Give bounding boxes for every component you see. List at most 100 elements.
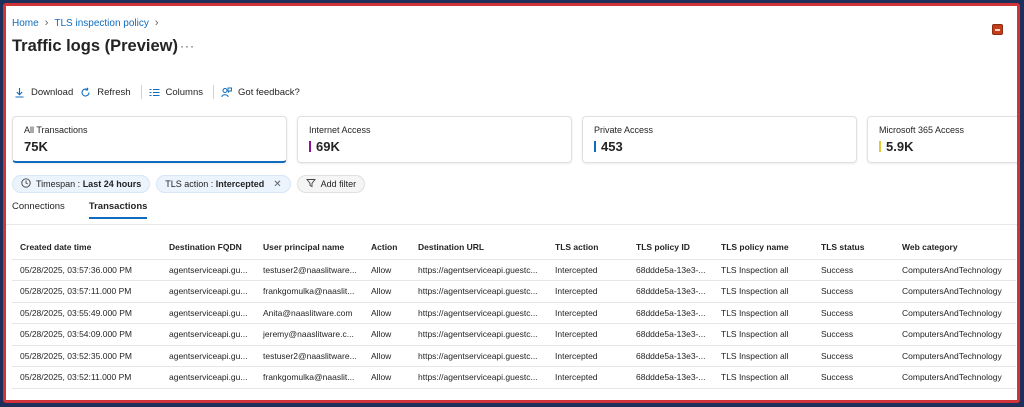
tab-transactions[interactable]: Transactions	[88, 201, 148, 219]
card-m365-access[interactable]: Microsoft 365 Access 5.9K	[867, 116, 1017, 163]
table-cell: 05/28/2025, 03:52:35.000 PM	[12, 344, 161, 367]
filter-bar: Timespan : Last 24 hours TLS action : In…	[12, 175, 366, 193]
traffic-logs-table: Created date time Destination FQDN User …	[12, 236, 1016, 389]
column-header[interactable]: Destination URL	[410, 236, 547, 259]
chevron-right-icon: ›	[154, 17, 159, 29]
column-header[interactable]: TLS status	[813, 236, 894, 259]
table-cell: Intercepted	[547, 258, 628, 281]
table-cell: frankgomulka@naaslit...	[255, 280, 363, 302]
table-cell: ComputersAndTechnology	[894, 258, 1016, 281]
card-label: All Transactions	[24, 125, 88, 135]
add-filter-button[interactable]: Add filter	[296, 175, 366, 193]
tabs-divider	[6, 224, 1017, 225]
column-header[interactable]: Destination FQDN	[161, 236, 255, 259]
feedback-button[interactable]: Got feedback?	[221, 87, 307, 98]
download-button[interactable]: Download	[14, 87, 80, 98]
table-header-row: Created date time Destination FQDN User …	[12, 236, 1016, 259]
column-header[interactable]: TLS action	[547, 236, 628, 259]
feedback-label: Got feedback?	[238, 86, 300, 98]
table-cell: https://agentserviceapi.guestc...	[410, 366, 547, 389]
table-cell: Allow	[363, 344, 410, 367]
table-cell: ComputersAndTechnology	[894, 301, 1016, 324]
view-tabs: Connections Transactions	[12, 201, 148, 219]
columns-button[interactable]: Columns	[149, 87, 211, 98]
table-cell: Intercepted	[547, 366, 628, 389]
toolbar-divider	[140, 85, 142, 99]
add-filter-label: Add filter	[320, 179, 357, 189]
timespan-filter-pill[interactable]: Timespan : Last 24 hours	[12, 175, 151, 193]
table-cell: agentserviceapi.gu...	[161, 344, 255, 367]
table-cell: Allow	[363, 301, 410, 324]
table-row[interactable]: 05/28/2025, 03:52:11.000 PM agentservice…	[12, 366, 1016, 389]
table-cell: Success	[813, 301, 894, 324]
column-header[interactable]: TLS policy ID	[628, 236, 713, 259]
table-cell: testuser2@naaslitware...	[255, 258, 363, 281]
table-cell: agentserviceapi.gu...	[161, 323, 255, 345]
table-row[interactable]: 05/28/2025, 03:57:11.000 PM agentservice…	[12, 280, 1016, 302]
table-cell: 05/28/2025, 03:55:49.000 PM	[12, 301, 161, 324]
table-cell: Success	[813, 280, 894, 302]
column-header[interactable]: TLS policy name	[713, 236, 813, 259]
card-value: 69K	[316, 139, 340, 154]
table-cell: agentserviceapi.gu...	[161, 280, 255, 302]
timespan-filter-value: Last 24 hours	[82, 179, 142, 189]
card-label: Microsoft 365 Access	[879, 125, 965, 135]
table-row[interactable]: 05/28/2025, 03:54:09.000 PM agentservice…	[12, 323, 1016, 345]
refresh-icon	[80, 87, 91, 98]
summary-cards: All Transactions 75K Internet Access 69K…	[12, 116, 1017, 163]
accent-bar	[879, 141, 881, 152]
remove-filter-close-icon[interactable]: ✕	[273, 179, 281, 190]
table-cell: https://agentserviceapi.guestc...	[410, 323, 547, 345]
toolbar: Download Refresh Columns Got feedback?	[14, 85, 307, 99]
table-cell: https://agentserviceapi.guestc...	[410, 301, 547, 324]
download-icon	[14, 87, 25, 98]
app-logo-icon	[992, 24, 1003, 35]
refresh-button[interactable]: Refresh	[80, 87, 137, 98]
clock-icon	[21, 178, 31, 190]
table-cell: agentserviceapi.gu...	[161, 366, 255, 389]
table-cell: 68ddde5a-13e3-...	[628, 344, 713, 367]
table-cell: 05/28/2025, 03:57:11.000 PM	[12, 280, 161, 302]
column-header[interactable]: Action	[363, 236, 410, 259]
column-header[interactable]: Web category	[894, 236, 1016, 259]
table-row[interactable]: 05/28/2025, 03:52:35.000 PM agentservice…	[12, 344, 1016, 367]
download-label: Download	[31, 86, 74, 98]
table-cell: Allow	[363, 323, 410, 345]
card-all-transactions[interactable]: All Transactions 75K	[12, 116, 287, 163]
table-cell: ComputersAndTechnology	[894, 366, 1016, 389]
table-cell: Anita@naaslitware.com	[255, 301, 363, 324]
table-cell: agentserviceapi.gu...	[161, 301, 255, 324]
card-internet-access[interactable]: Internet Access 69K	[297, 116, 572, 163]
table-cell: 68ddde5a-13e3-...	[628, 258, 713, 281]
card-private-access[interactable]: Private Access 453	[582, 116, 857, 163]
breadcrumb-home-link[interactable]: Home	[12, 18, 39, 29]
table-cell: Success	[813, 366, 894, 389]
table-row[interactable]: 05/28/2025, 03:55:49.000 PM agentservice…	[12, 301, 1016, 324]
table-cell: Intercepted	[547, 344, 628, 367]
table-cell: Intercepted	[547, 301, 628, 324]
tls-action-filter-pill[interactable]: TLS action : Intercepted ✕	[156, 175, 291, 193]
timespan-filter-label: Timespan :	[36, 179, 83, 189]
table-cell: TLS Inspection all	[713, 344, 813, 367]
tls-action-filter-label: TLS action :	[165, 179, 216, 189]
tls-action-filter-value: Intercepted	[215, 179, 265, 189]
table-cell: TLS Inspection all	[713, 323, 813, 345]
table-cell: ComputersAndTechnology	[894, 323, 1016, 345]
table-cell: Intercepted	[547, 323, 628, 345]
tab-connections[interactable]: Connections	[12, 201, 65, 219]
breadcrumb-tls-policy-link[interactable]: TLS inspection policy	[54, 18, 149, 29]
columns-label: Columns	[165, 86, 204, 98]
table-cell: TLS Inspection all	[713, 301, 813, 324]
accent-bar	[594, 141, 596, 152]
column-header[interactable]: User principal name	[255, 236, 363, 259]
table-cell: TLS Inspection all	[713, 258, 813, 281]
table-cell: TLS Inspection all	[713, 280, 813, 302]
table-cell: 68ddde5a-13e3-...	[628, 280, 713, 302]
column-header[interactable]: Created date time	[12, 236, 161, 259]
chevron-right-icon: ›	[44, 17, 49, 29]
table-cell: Success	[813, 323, 894, 345]
more-options-button[interactable]: ···	[180, 39, 195, 53]
feedback-person-icon	[221, 87, 232, 98]
columns-icon	[149, 87, 160, 98]
table-row[interactable]: 05/28/2025, 03:57:36.000 PM agentservice…	[12, 258, 1016, 281]
